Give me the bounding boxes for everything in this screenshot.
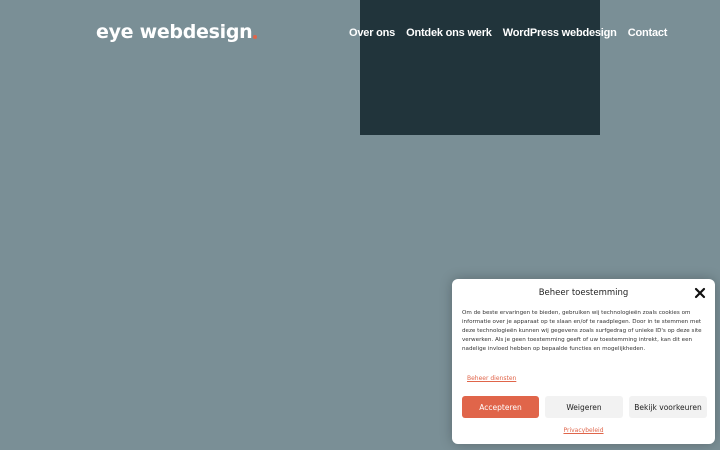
site-logo[interactable]: eye webdesign bbox=[96, 21, 258, 43]
main-nav: Over ons Ontdek ons werk WordPress webde… bbox=[349, 27, 667, 39]
logo-text: eye webdesign bbox=[96, 21, 253, 43]
nav-item-ontdek-ons-werk[interactable]: Ontdek ons werk bbox=[406, 27, 492, 39]
nav-item-contact[interactable]: Contact bbox=[628, 27, 668, 39]
deny-button[interactable]: Weigeren bbox=[545, 396, 623, 418]
consent-title: Beheer toestemming bbox=[538, 288, 629, 298]
accept-button[interactable]: Accepteren bbox=[462, 396, 539, 418]
logo-dot-icon bbox=[253, 35, 258, 39]
close-icon[interactable] bbox=[694, 287, 706, 299]
consent-body: Om de beste ervaringen te bieden, gebrui… bbox=[462, 310, 702, 352]
consent-buttons: Accepteren Weigeren Bekijk voorkeuren bbox=[462, 396, 707, 418]
nav-item-wordpress-webdesign[interactable]: WordPress webdesign bbox=[503, 27, 617, 39]
privacy-policy-link[interactable]: Privacybeleid bbox=[563, 427, 603, 434]
cookie-consent-dialog: Beheer toestemming Om de beste ervaringe… bbox=[452, 279, 715, 444]
manage-services-link[interactable]: Beheer diensten bbox=[467, 375, 516, 382]
hero-dark-block bbox=[360, 0, 600, 135]
nav-item-over-ons[interactable]: Over ons bbox=[349, 27, 395, 39]
view-preferences-button[interactable]: Bekijk voorkeuren bbox=[629, 396, 707, 418]
privacy-policy-link-row: Privacybeleid bbox=[452, 427, 715, 434]
